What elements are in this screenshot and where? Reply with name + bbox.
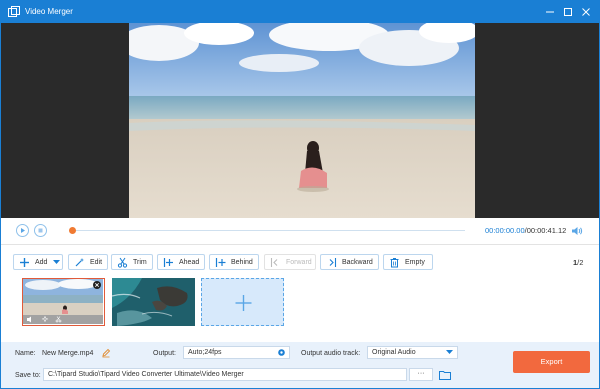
- edit-button[interactable]: Edit: [68, 254, 108, 270]
- clip-aerial-coast[interactable]: [112, 278, 195, 326]
- clip-remove-icon[interactable]: [93, 281, 101, 289]
- output-value: Auto;24fps: [188, 349, 222, 356]
- time-readout: 00:00:00.00/00:00:41.12: [485, 226, 566, 235]
- video-merger-window: Video Merger 00:00:00.00/00:00:41.12 Add…: [0, 0, 600, 389]
- play-icon[interactable]: [16, 224, 29, 237]
- export-label: Export: [540, 357, 563, 366]
- trim-label: Trim: [133, 258, 147, 266]
- clip-aerial-thumbnail: [112, 278, 195, 326]
- browse-button[interactable]: ···: [409, 368, 433, 381]
- insert-ahead-icon: [163, 257, 173, 267]
- scissors-icon: [117, 257, 128, 268]
- trash-icon: [390, 257, 399, 267]
- clip-beach[interactable]: [22, 278, 105, 326]
- backward-label: Backward: [342, 258, 373, 266]
- duration: /00:00:41.12: [524, 226, 567, 235]
- name-value[interactable]: New Merge.mp4: [42, 350, 93, 357]
- chevron-down-icon: [53, 259, 61, 264]
- forward-button[interactable]: Forward: [264, 254, 316, 270]
- empty-button[interactable]: Empty: [383, 254, 433, 270]
- edit-label: Edit: [90, 258, 103, 266]
- plus-icon: [235, 295, 252, 311]
- save-path-field[interactable]: C:\Tipard Studio\Tipard Video Converter …: [43, 368, 407, 381]
- video-frame-beach[interactable]: [129, 23, 475, 218]
- browse-label: ···: [417, 370, 425, 377]
- folder-icon[interactable]: [439, 370, 451, 380]
- save-path-value: C:\Tipard Studio\Tipard Video Converter …: [48, 371, 244, 378]
- close-icon[interactable]: [579, 5, 593, 19]
- add-clip-slot[interactable]: [201, 278, 284, 326]
- empty-label: Empty: [405, 258, 425, 266]
- page-total: /2: [577, 258, 584, 267]
- maximize-icon[interactable]: [561, 5, 575, 19]
- window-title: Video Merger: [25, 7, 73, 16]
- clip-beach-thumbnail: [23, 279, 103, 324]
- magic-wand-icon: [75, 257, 85, 266]
- volume-icon[interactable]: [571, 225, 583, 237]
- minimize-icon[interactable]: [543, 5, 557, 19]
- stop-icon[interactable]: [34, 224, 47, 237]
- current-time: 00:00:00.00: [485, 226, 525, 235]
- forward-label: Forward: [286, 258, 312, 266]
- insert-behind-icon: [215, 257, 226, 267]
- audio-track-label: Output audio track:: [301, 350, 361, 357]
- playback-controls: 00:00:00.00/00:00:41.12: [1, 218, 599, 244]
- clip-list: [1, 273, 599, 333]
- backward-icon: [329, 257, 337, 267]
- chevron-down-icon: [446, 350, 453, 354]
- output-format-field[interactable]: Auto;24fps: [183, 346, 290, 359]
- ahead-button[interactable]: Ahead: [157, 254, 205, 270]
- audio-track-value: Original Audio: [372, 349, 416, 356]
- page-indicator: 1/2: [573, 258, 583, 267]
- plus-icon: [20, 257, 29, 267]
- name-label: Name:: [15, 350, 36, 357]
- edit-toolbar: Add Edit Trim Ahead Behind Forward Backw…: [1, 254, 599, 272]
- seek-track[interactable]: [71, 230, 465, 231]
- output-label: Output:: [153, 350, 176, 357]
- behind-label: Behind: [231, 258, 253, 266]
- export-button[interactable]: Export: [513, 351, 590, 373]
- backward-button[interactable]: Backward: [320, 254, 379, 270]
- add-button[interactable]: Add: [13, 254, 63, 270]
- behind-button[interactable]: Behind: [209, 254, 259, 270]
- ahead-label: Ahead: [179, 258, 200, 266]
- trim-button[interactable]: Trim: [111, 254, 153, 270]
- forward-icon: [270, 257, 278, 267]
- video-preview: [1, 23, 599, 218]
- merge-app-icon: [8, 6, 20, 17]
- save-to-label: Save to:: [15, 372, 41, 379]
- output-settings-panel: Name: New Merge.mp4 Output: Auto;24fps O…: [1, 342, 599, 388]
- seek-handle[interactable]: [69, 227, 76, 234]
- audio-track-select[interactable]: Original Audio: [367, 346, 458, 359]
- divider: [1, 244, 599, 245]
- gear-icon[interactable]: [277, 348, 286, 357]
- pencil-icon[interactable]: [101, 348, 111, 358]
- add-label: Add: [35, 258, 48, 266]
- title-bar: Video Merger: [1, 1, 599, 23]
